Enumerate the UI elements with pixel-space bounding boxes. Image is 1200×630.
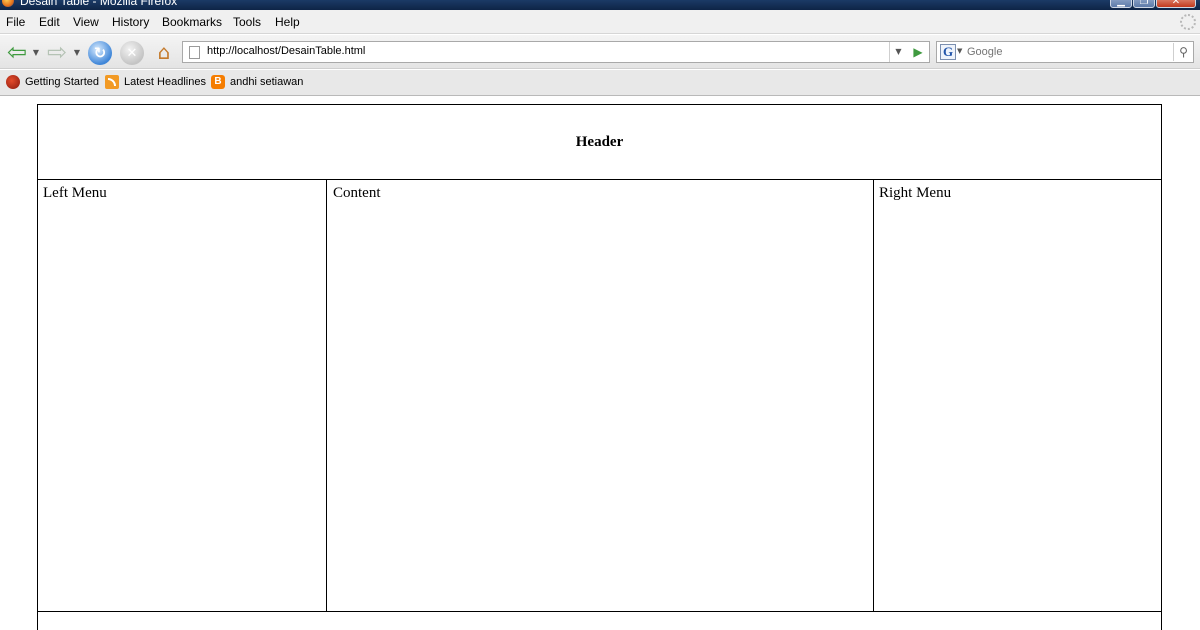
forward-arrow-icon[interactable]: ⇨ — [44, 40, 70, 64]
header-text: Header — [575, 133, 624, 150]
reload-icon[interactable]: ↻ — [88, 41, 112, 65]
content-cell: Content — [327, 180, 874, 611]
menu-bar: File Edit View History Bookmarks Tools H… — [0, 10, 1200, 34]
search-input[interactable] — [967, 44, 1163, 60]
url-bar[interactable]: http://localhost/DesainTable.html ▼ ▶ — [182, 41, 930, 63]
stop-icon[interactable]: ✕ — [120, 41, 144, 65]
menu-view[interactable]: View — [73, 15, 99, 29]
blogger-icon: B — [211, 75, 225, 89]
page-viewport: Header Left Menu Content Right Menu — [0, 97, 1200, 630]
left-menu-cell: Left Menu — [38, 180, 327, 611]
menu-help[interactable]: Help — [275, 15, 300, 29]
back-dropdown-icon[interactable]: ▼ — [31, 45, 41, 59]
header-cell: Header — [38, 105, 1161, 180]
layout-table: Header Left Menu Content Right Menu — [37, 104, 1162, 630]
engine-dropdown-icon[interactable]: ▼ — [957, 47, 962, 55]
right-menu-cell: Right Menu — [874, 180, 1161, 611]
bookmark-label: andhi setiawan — [230, 76, 304, 88]
firefox-icon — [6, 75, 20, 89]
footer-cell — [38, 611, 1161, 630]
back-arrow-icon[interactable]: ⇦ — [4, 40, 30, 64]
minimize-button[interactable]: ▁ — [1110, 0, 1132, 8]
bookmark-getting-started[interactable]: Getting Started — [6, 75, 99, 89]
url-history-dropdown-icon[interactable]: ▼ — [889, 42, 907, 62]
magnifier-icon[interactable]: ⚲ — [1173, 43, 1193, 61]
google-engine-icon[interactable]: G — [940, 44, 956, 60]
menu-tools[interactable]: Tools — [233, 15, 261, 29]
go-arrow-icon[interactable]: ▶ — [909, 44, 927, 60]
bookmark-andhi-setiawan[interactable]: B andhi setiawan — [211, 75, 303, 89]
menu-history[interactable]: History — [112, 15, 149, 29]
url-text[interactable]: http://localhost/DesainTable.html — [207, 45, 365, 57]
menu-bookmarks[interactable]: Bookmarks — [162, 15, 222, 29]
maximize-button[interactable]: ❐ — [1133, 0, 1155, 8]
close-button[interactable]: ✕ — [1156, 0, 1196, 8]
throbber-icon — [1180, 14, 1196, 30]
bookmark-latest-headlines[interactable]: Latest Headlines — [105, 75, 206, 89]
left-menu-text: Left Menu — [43, 185, 107, 201]
bookmarks-toolbar: Getting Started Latest Headlines B andhi… — [0, 70, 1200, 96]
bookmark-label: Latest Headlines — [124, 76, 206, 88]
home-icon[interactable]: ⌂ — [152, 39, 176, 65]
menu-edit[interactable]: Edit — [39, 15, 60, 29]
bookmark-label: Getting Started — [25, 76, 99, 88]
navigation-toolbar: ⇦ ▼ ⇨ ▼ ↻ ✕ ⌂ http://localhost/DesainTab… — [0, 35, 1200, 69]
menu-file[interactable]: File — [6, 15, 25, 29]
right-menu-text: Right Menu — [879, 185, 952, 201]
title-bar: Desain Table - Mozilla Firefox ▁ ❐ ✕ — [0, 0, 1200, 10]
page-icon — [189, 46, 200, 59]
firefox-app-icon — [2, 0, 14, 7]
search-bar: G ▼ ⚲ — [936, 41, 1194, 63]
rss-icon — [105, 75, 119, 89]
forward-dropdown-icon[interactable]: ▼ — [72, 45, 82, 59]
window-title: Desain Table - Mozilla Firefox — [20, 0, 178, 8]
content-text: Content — [333, 185, 381, 201]
